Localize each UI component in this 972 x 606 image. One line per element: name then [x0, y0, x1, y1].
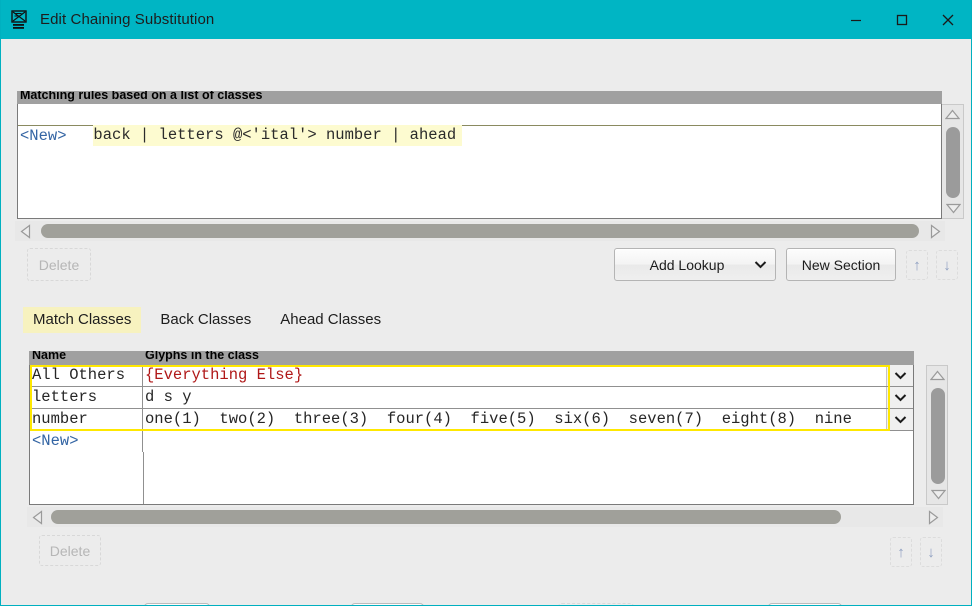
scroll-left-icon[interactable] — [27, 509, 47, 525]
arrow-up-icon[interactable]: ↑ — [890, 537, 912, 567]
dialog-body: Matching rules based on a list of classe… — [1, 39, 971, 605]
window-title: Edit Chaining Substitution — [40, 11, 215, 28]
table-vertical-scrollbar[interactable] — [926, 365, 948, 505]
rules-hscroll-thumb[interactable] — [41, 224, 919, 238]
table-row[interactable]: All Others {Everything Else} — [30, 365, 913, 387]
chevron-down-icon — [745, 260, 775, 269]
table-empty-area — [30, 452, 913, 504]
title-bar: Edit Chaining Substitution — [1, 0, 971, 39]
tab-back-classes[interactable]: Back Classes — [150, 307, 261, 333]
chevron-down-icon[interactable] — [886, 387, 913, 408]
fontforge-icon — [10, 9, 30, 30]
classes-table[interactable]: All Others {Everything Else} letters d s… — [29, 365, 914, 505]
scroll-right-icon[interactable] — [923, 509, 943, 525]
rules-horizontal-scrollbar[interactable] — [15, 221, 945, 241]
class-name: All Others — [30, 365, 143, 386]
add-lookup-label: Add Lookup — [649, 256, 725, 273]
arrow-up-icon[interactable]: ↑ — [906, 250, 928, 280]
rules-scroll-thumb[interactable] — [946, 127, 960, 198]
arrow-down-icon[interactable]: ↓ — [936, 250, 958, 280]
classes-table-header: Name Glyphs in the class — [29, 351, 914, 365]
delete-rule-button[interactable]: Delete — [27, 248, 91, 281]
tab-match-classes[interactable]: Match Classes — [23, 307, 142, 333]
column-divider — [143, 452, 144, 504]
table-row[interactable]: number one(1) two(2) three(3) four(4) fi… — [30, 409, 913, 431]
rules-group-header: Matching rules based on a list of classe… — [17, 91, 942, 104]
rules-hscroll-track[interactable] — [35, 221, 925, 241]
window-controls — [833, 0, 971, 39]
arrow-down-icon[interactable]: ↓ — [920, 537, 942, 567]
rules-group-header-label: Matching rules based on a list of classe… — [20, 91, 263, 102]
rules-list-item-text: back | letters @<'ital'> number | ahead — [93, 125, 463, 146]
class-glyphs: one(1) two(2) three(3) four(4) five(5) s… — [145, 410, 852, 428]
delete-class-button[interactable]: Delete — [39, 535, 101, 566]
column-header-glyphs: Glyphs in the class — [145, 351, 259, 362]
scroll-down-icon[interactable] — [942, 199, 964, 218]
table-horizontal-scrollbar[interactable] — [27, 507, 943, 527]
class-glyphs: d s y — [145, 388, 192, 406]
column-header-name: Name — [32, 351, 67, 362]
scroll-down-icon[interactable] — [927, 485, 949, 504]
new-section-button[interactable]: New Section — [786, 248, 896, 281]
table-row[interactable]: letters d s y — [30, 387, 913, 409]
rules-list[interactable]: back | letters @<'ital'> number | ahead … — [17, 104, 942, 219]
tab-ahead-classes[interactable]: Ahead Classes — [270, 307, 391, 333]
scroll-up-icon[interactable] — [942, 105, 963, 124]
class-glyphs: {Everything Else} — [145, 366, 304, 384]
close-icon[interactable] — [925, 0, 971, 39]
rules-list-item[interactable]: back | letters @<'ital'> number | ahead — [18, 104, 941, 146]
table-hscroll-thumb[interactable] — [51, 510, 841, 524]
table-new-row[interactable]: <New> — [30, 431, 913, 452]
add-lookup-button[interactable]: Add Lookup — [614, 248, 776, 281]
rules-vertical-scrollbar[interactable] — [942, 104, 964, 219]
chevron-down-icon[interactable] — [886, 409, 913, 430]
table-scroll-thumb[interactable] — [931, 388, 945, 484]
scroll-right-icon[interactable] — [925, 223, 945, 239]
dialog-window: Edit Chaining Substitution Matching rule… — [0, 0, 972, 606]
table-new-row-label: <New> — [30, 431, 143, 452]
class-tabs: Match Classes Back Classes Ahead Classes — [23, 307, 400, 333]
scroll-left-icon[interactable] — [15, 223, 35, 239]
chevron-down-icon[interactable] — [886, 365, 913, 386]
minimize-icon[interactable] — [833, 0, 879, 39]
class-name: number — [30, 409, 143, 430]
table-hscroll-track[interactable] — [47, 507, 923, 527]
maximize-icon[interactable] — [879, 0, 925, 39]
class-name: letters — [30, 387, 143, 408]
scroll-up-icon[interactable] — [927, 366, 947, 385]
